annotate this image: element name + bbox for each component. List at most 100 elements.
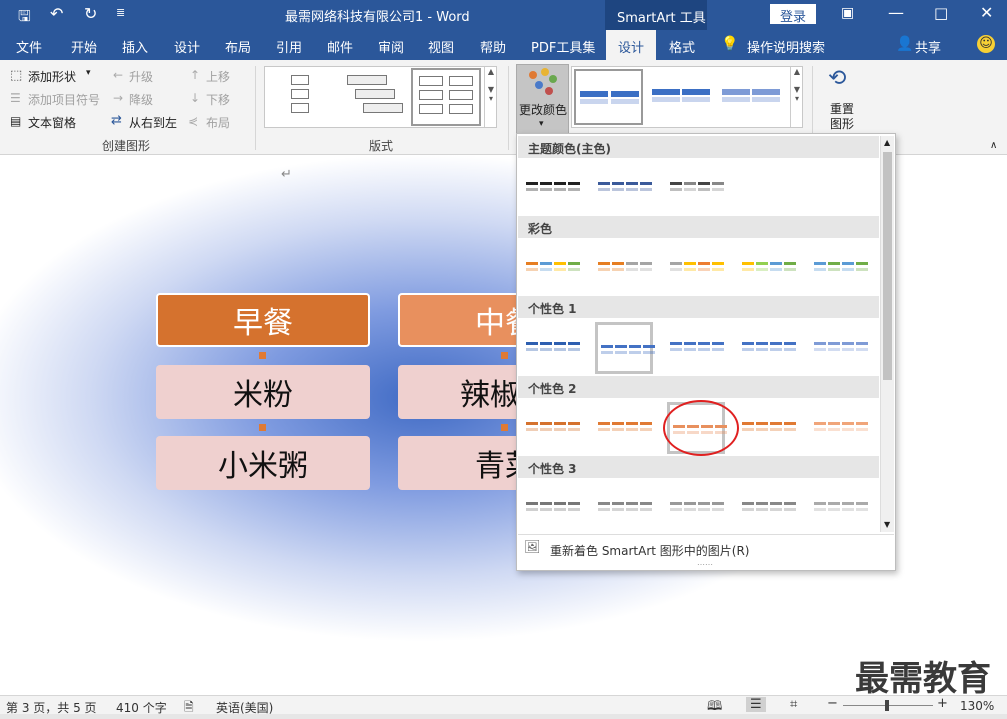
tab-smartart-design[interactable]: 设计 <box>606 30 656 60</box>
swatch-bar-light <box>626 428 638 431</box>
style-thumb-3[interactable] <box>718 69 784 125</box>
add-bullet-button[interactable]: 添加项目符号 <box>28 91 100 108</box>
tab-review[interactable]: 审阅 <box>378 37 404 56</box>
color-option-3-4[interactable] <box>811 402 869 454</box>
scroll-down-icon[interactable]: ▼ <box>884 520 890 529</box>
close-icon[interactable]: ✕ <box>980 3 993 22</box>
resize-grip-icon[interactable]: …… <box>697 558 713 567</box>
swatch-bar-light <box>756 508 768 511</box>
tab-layout[interactable]: 布局 <box>225 37 251 56</box>
tab-format[interactable]: 格式 <box>669 37 695 56</box>
ribbon-display-icon[interactable]: ▣ <box>841 5 854 21</box>
demote-button[interactable]: 降级 <box>129 91 153 108</box>
proofing-icon[interactable]: 🗎 <box>184 698 194 719</box>
print-layout-icon[interactable]: ☰ <box>746 697 766 712</box>
reset-graphic-button[interactable]: ⟲ 重置 图形 <box>818 64 868 136</box>
move-up-button[interactable]: 上移 <box>206 68 230 85</box>
color-option-4-0[interactable] <box>523 482 581 534</box>
page-count[interactable]: 第 3 页，共 5 页 <box>6 699 97 716</box>
undo-icon[interactable]: ↶ <box>50 4 63 23</box>
share-button[interactable]: 共享 <box>915 37 941 56</box>
web-layout-icon[interactable]: ⌗ <box>790 697 797 712</box>
tab-home[interactable]: 开始 <box>71 37 97 56</box>
color-option-3-0[interactable] <box>523 402 581 454</box>
color-option-0-1[interactable] <box>595 162 653 214</box>
smartart-node-breakfast[interactable]: 早餐 <box>156 293 370 347</box>
language[interactable]: 英语(美国) <box>216 699 273 716</box>
color-option-2-3[interactable] <box>739 322 797 374</box>
color-option-2-2[interactable] <box>667 322 725 374</box>
layout-thumb-selected[interactable] <box>411 68 481 126</box>
customize-qat-icon[interactable]: ≣ <box>116 6 125 19</box>
swatch-bar-light <box>670 508 682 511</box>
tab-references[interactable]: 引用 <box>276 37 302 56</box>
swatch-bar <box>568 422 580 425</box>
layout-button[interactable]: 布局 <box>206 114 230 131</box>
zoom-in-icon[interactable]: + <box>937 696 948 711</box>
right-to-left-button[interactable]: 从右到左 <box>129 114 177 131</box>
collapse-ribbon-icon[interactable]: ∧ <box>990 140 997 151</box>
color-option-4-2[interactable] <box>667 482 725 534</box>
smartart-node-millet-porridge[interactable]: 小米粥 <box>156 436 370 490</box>
right-to-left-icon: ⇄ <box>111 113 122 128</box>
save-icon[interactable]: 🖫 <box>18 6 31 31</box>
color-option-3-3[interactable] <box>739 402 797 454</box>
color-option-4-3[interactable] <box>739 482 797 534</box>
color-option-2-4[interactable] <box>811 322 869 374</box>
add-shape-button[interactable]: 添加形状 <box>28 68 76 85</box>
color-option-0-2[interactable] <box>667 162 725 214</box>
tell-me-search[interactable]: 操作说明搜索 <box>747 37 825 56</box>
color-option-1-0[interactable] <box>523 242 581 294</box>
promote-button[interactable]: 升级 <box>129 68 153 85</box>
swatch-bar <box>615 345 627 348</box>
color-option-0-0[interactable] <box>523 162 581 214</box>
tab-design[interactable]: 设计 <box>174 37 200 56</box>
smartart-node-rice-noodle[interactable]: 米粉 <box>156 365 370 419</box>
recolor-pictures-option[interactable]: 重新着色 SmartArt 图形中的图片(R) <box>550 542 749 559</box>
tab-mailings[interactable]: 邮件 <box>327 37 353 56</box>
layout-thumb-1[interactable] <box>269 69 335 125</box>
color-option-4-4[interactable] <box>811 482 869 534</box>
login-button[interactable]: 登录 <box>770 4 816 25</box>
tab-insert[interactable]: 插入 <box>122 37 148 56</box>
tab-file[interactable]: 文件 <box>16 37 42 56</box>
styles-scroll[interactable]: ▲ ▼ ▾ <box>790 67 803 127</box>
zoom-slider-thumb[interactable] <box>885 700 889 711</box>
color-option-4-1[interactable] <box>595 482 653 534</box>
layout-thumb-2[interactable] <box>341 69 407 125</box>
style-thumb-selected[interactable] <box>574 69 643 125</box>
color-option-1-2[interactable] <box>667 242 725 294</box>
zoom-out-icon[interactable]: − <box>827 696 838 711</box>
maximize-icon[interactable]: □ <box>934 4 948 22</box>
color-option-1-3[interactable] <box>739 242 797 294</box>
layout-icon: ⋞ <box>188 114 199 128</box>
scroll-up-icon[interactable]: ▲ <box>884 138 890 147</box>
color-option-1-1[interactable] <box>595 242 653 294</box>
tab-pdf-tools[interactable]: PDF工具集 <box>531 37 595 56</box>
layouts-scroll[interactable]: ▲ ▼ ▾ <box>484 67 497 127</box>
read-mode-icon[interactable]: 🕮 <box>707 697 722 719</box>
swatch-bar <box>784 502 796 505</box>
tab-help[interactable]: 帮助 <box>480 37 506 56</box>
color-option-3-1[interactable] <box>595 402 653 454</box>
style-thumb-2[interactable] <box>648 69 714 125</box>
title-bar: 🖫 ↶ ↻ ≣ 最需网络科技有限公司1 - Word SmartArt 工具 登… <box>0 0 1007 30</box>
color-option-1-4[interactable] <box>811 242 869 294</box>
change-colors-button[interactable]: 更改颜色 ▾ <box>516 64 569 136</box>
dropdown-scrollbar[interactable]: ▲ ▼ <box>880 136 894 532</box>
move-down-button[interactable]: 下移 <box>206 91 230 108</box>
scroll-thumb[interactable] <box>883 152 892 380</box>
color-option-2-1[interactable] <box>595 322 655 374</box>
text-pane-button[interactable]: 文本窗格 <box>28 114 76 131</box>
minimize-icon[interactable]: — <box>888 3 904 22</box>
color-option-2-0[interactable] <box>523 322 581 374</box>
redo-icon[interactable]: ↻ <box>84 4 97 23</box>
smiley-feedback-icon[interactable]: ☺ <box>977 35 995 53</box>
recolor-pictures-icon: 🖼 <box>524 540 541 555</box>
word-count[interactable]: 410 个字 <box>116 699 167 716</box>
tab-view[interactable]: 视图 <box>428 37 454 56</box>
swatch-bar-light <box>784 268 796 271</box>
swatch-bar <box>568 502 580 505</box>
reset-label-2: 图形 <box>830 117 855 131</box>
zoom-level[interactable]: 130% <box>960 699 994 713</box>
